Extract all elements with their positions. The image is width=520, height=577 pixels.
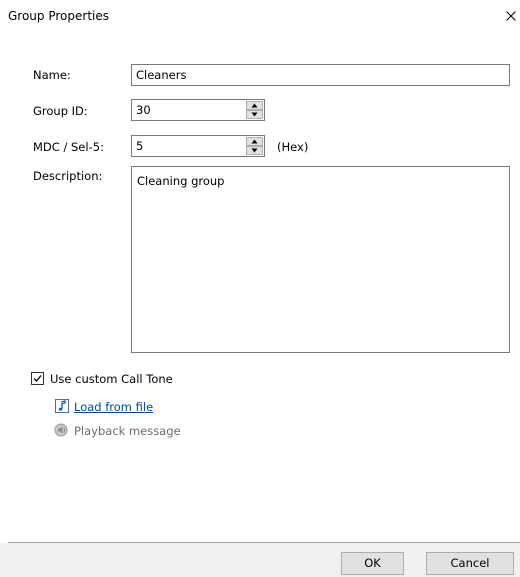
checkmark-icon: [33, 375, 42, 382]
speaker-icon: [54, 422, 70, 438]
name-value: Cleaners: [136, 68, 187, 82]
arrow-down-icon: [251, 148, 258, 153]
group-id-label: Group ID:: [33, 104, 88, 118]
load-from-file-link[interactable]: Load from file: [74, 400, 153, 414]
button-bar: OK Cancel: [0, 543, 520, 577]
mdc-input[interactable]: 5: [131, 135, 265, 157]
close-icon: [506, 11, 516, 21]
group-id-spin-down-button[interactable]: [246, 110, 263, 119]
ok-button[interactable]: OK: [341, 552, 404, 575]
cancel-button[interactable]: Cancel: [426, 552, 514, 575]
arrow-down-icon: [251, 112, 258, 117]
close-button[interactable]: [502, 0, 520, 32]
custom-call-tone-label[interactable]: Use custom Call Tone: [50, 372, 173, 386]
arrow-up-icon: [251, 139, 258, 144]
hex-suffix-label: (Hex): [277, 140, 309, 154]
description-label: Description:: [33, 169, 103, 183]
name-input[interactable]: Cleaners: [131, 64, 510, 86]
mdc-label: MDC / Sel-5:: [33, 140, 104, 154]
mdc-spinner[interactable]: [246, 137, 263, 155]
music-note-icon: [54, 398, 70, 414]
group-properties-dialog: Group Properties Name: Cleaners Group ID…: [0, 0, 520, 577]
name-label: Name:: [33, 68, 71, 82]
arrow-up-icon: [251, 103, 258, 108]
group-id-value: 30: [136, 103, 151, 117]
group-id-input[interactable]: 30: [131, 99, 265, 121]
mdc-spin-up-button[interactable]: [246, 137, 263, 146]
window-title: Group Properties: [8, 9, 109, 23]
title-bar: Group Properties: [0, 0, 520, 32]
description-textarea[interactable]: Cleaning group: [131, 166, 510, 353]
description-value: Cleaning group: [137, 174, 225, 188]
custom-call-tone-checkbox[interactable]: [31, 372, 44, 385]
mdc-spin-down-button[interactable]: [246, 146, 263, 155]
playback-message-label[interactable]: Playback message: [74, 424, 181, 438]
group-id-spin-up-button[interactable]: [246, 101, 263, 110]
group-id-spinner[interactable]: [246, 101, 263, 119]
mdc-value: 5: [136, 139, 144, 153]
